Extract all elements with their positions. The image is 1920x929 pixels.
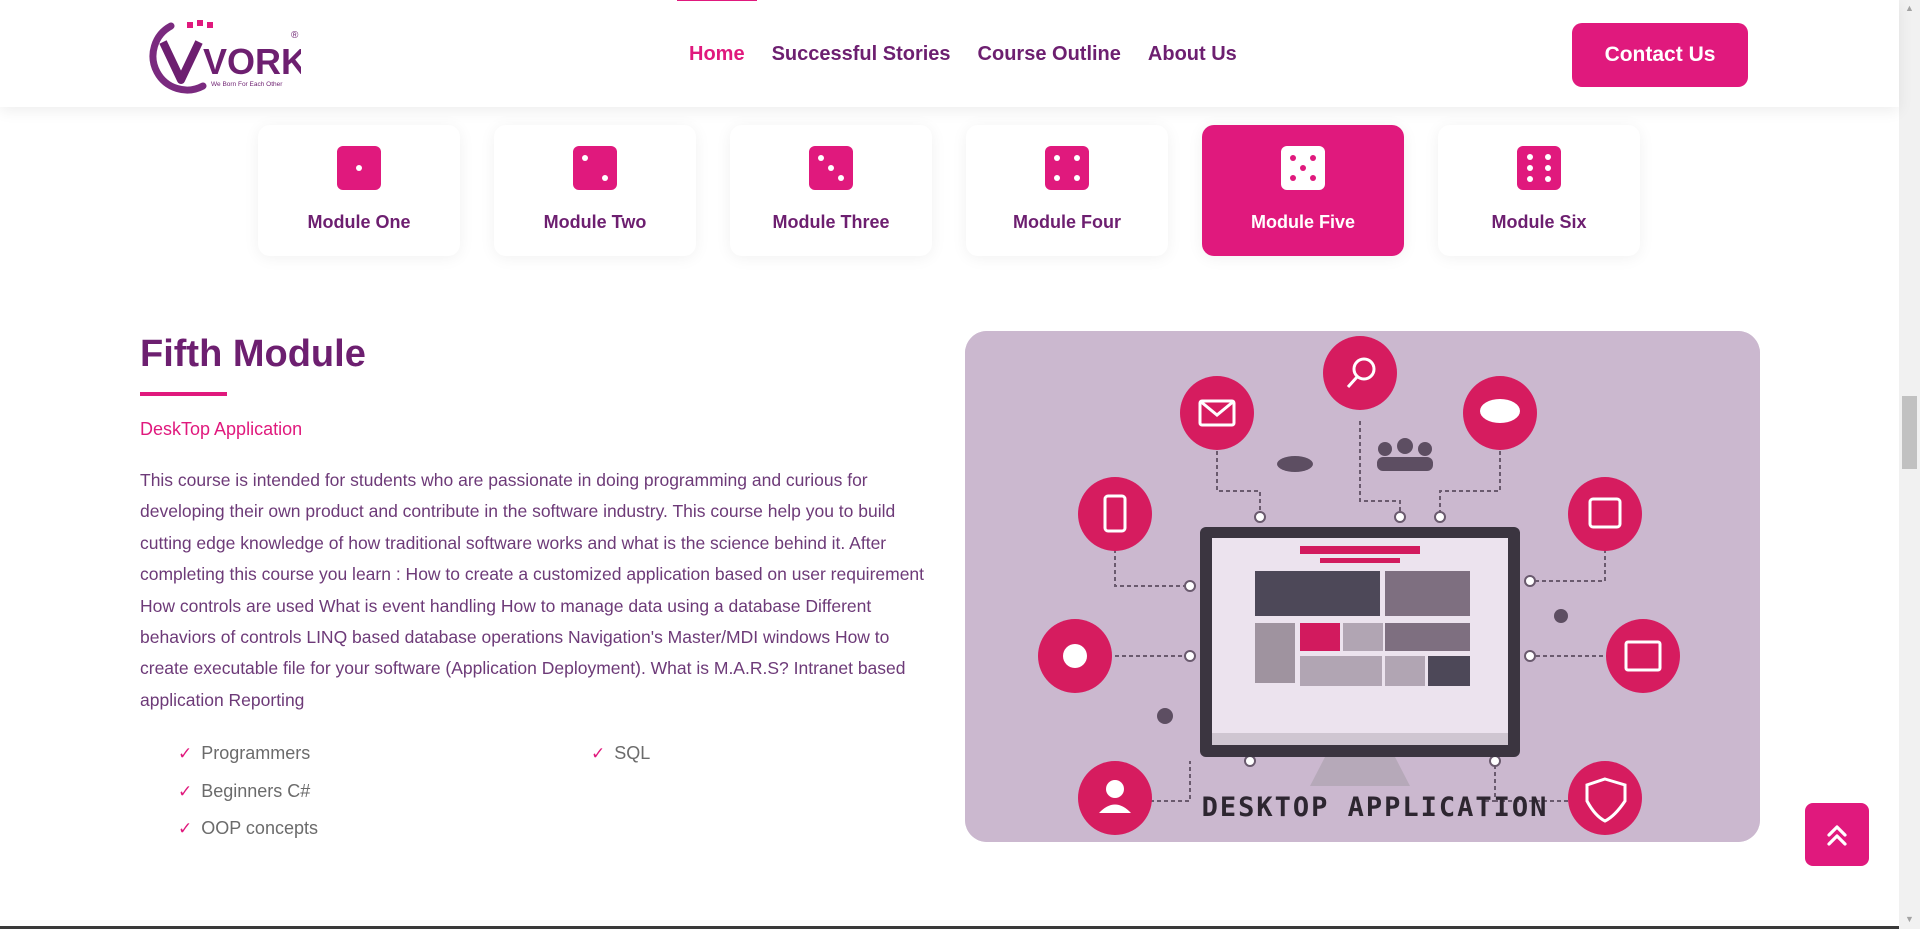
scroll-up-arrow[interactable]: ▲ bbox=[1902, 2, 1917, 14]
module-description: This course is intended for students who… bbox=[140, 470, 925, 710]
tab-label: Module One bbox=[307, 212, 411, 232]
check-icon: ✓ bbox=[178, 743, 193, 763]
tab-module-one[interactable]: Module One bbox=[258, 125, 460, 256]
double-chevron-up-icon bbox=[1827, 824, 1847, 846]
logo[interactable]: VORK ® We Born For Each Other bbox=[141, 14, 307, 94]
dice-four-icon bbox=[1045, 146, 1089, 190]
dice-one-icon bbox=[337, 146, 381, 190]
dice-six-icon bbox=[1517, 146, 1561, 190]
checklist-item: ✓ Programmers bbox=[178, 743, 310, 764]
check-icon: ✓ bbox=[178, 781, 193, 801]
scrollbar-thumb[interactable] bbox=[1902, 396, 1917, 469]
site-header: VORK ® We Born For Each Other Home Succe… bbox=[0, 0, 1899, 107]
checklist-label: Beginners C# bbox=[201, 781, 311, 801]
checklist-label: SQL bbox=[614, 743, 651, 763]
logo-text: VORK bbox=[203, 41, 301, 82]
checklist-label: Programmers bbox=[201, 743, 311, 763]
checklist-label: OOP concepts bbox=[201, 818, 318, 838]
nav-successful-stories[interactable]: Successful Stories bbox=[772, 41, 951, 66]
tab-module-five[interactable]: Module Five bbox=[1202, 125, 1404, 256]
check-icon: ✓ bbox=[178, 818, 193, 838]
dice-three-icon bbox=[809, 146, 853, 190]
tab-label: Module Six bbox=[1491, 212, 1587, 232]
tab-module-two[interactable]: Module Two bbox=[494, 125, 696, 256]
desktop-application-illustration: DESKTOP APPLICATION bbox=[965, 331, 1760, 842]
module-title: Fifth Module bbox=[140, 333, 366, 375]
image-caption: DESKTOP APPLICATION bbox=[1202, 792, 1549, 823]
title-underline bbox=[140, 392, 227, 396]
checklist-item: ✓ SQL bbox=[591, 743, 650, 764]
tab-label: Module Four bbox=[1013, 212, 1121, 232]
checklist-item: ✓ OOP concepts bbox=[178, 818, 318, 839]
nav-home[interactable]: Home bbox=[677, 0, 757, 66]
scroll-to-top-button[interactable] bbox=[1805, 803, 1869, 866]
checklist-item: ✓ Beginners C# bbox=[178, 781, 310, 802]
svg-text:®: ® bbox=[291, 30, 299, 41]
main-nav: Home Successful Stories Course Outline A… bbox=[677, 0, 1264, 107]
nav-course-outline[interactable]: Course Outline bbox=[978, 41, 1121, 66]
tab-module-four[interactable]: Module Four bbox=[966, 125, 1168, 256]
dice-two-icon bbox=[573, 146, 617, 190]
contact-us-button[interactable]: Contact Us bbox=[1572, 23, 1748, 87]
scroll-down-arrow[interactable]: ▼ bbox=[1902, 913, 1917, 925]
tab-label: Module Three bbox=[772, 212, 890, 232]
tab-label: Module Five bbox=[1250, 212, 1355, 232]
check-icon: ✓ bbox=[591, 743, 606, 763]
module-tabs: Module One Module Two Module Three Modul… bbox=[258, 125, 1674, 256]
module-subtitle: DeskTop Application bbox=[140, 419, 303, 439]
tab-module-three[interactable]: Module Three bbox=[730, 125, 932, 256]
nav-about-us[interactable]: About Us bbox=[1148, 41, 1237, 66]
svg-text:We Born For Each Other: We Born For Each Other bbox=[211, 81, 283, 88]
tab-label: Module Two bbox=[543, 212, 647, 232]
dice-five-icon bbox=[1281, 146, 1325, 190]
tab-module-six[interactable]: Module Six bbox=[1438, 125, 1640, 256]
